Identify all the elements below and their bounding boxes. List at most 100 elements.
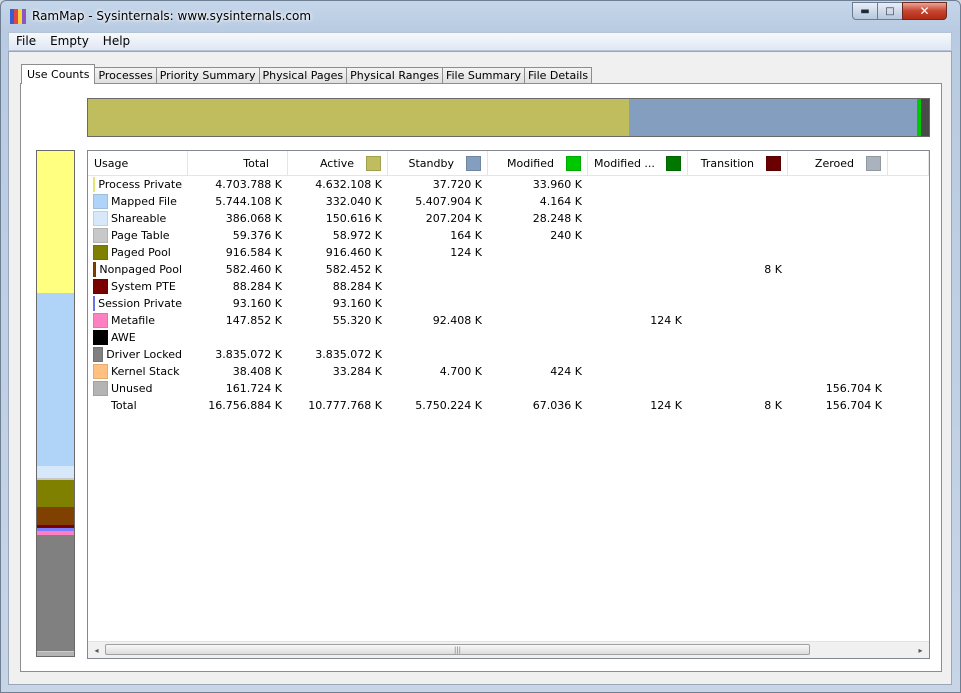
usage-color-swatch bbox=[93, 296, 96, 311]
close-button[interactable]: ✕ bbox=[902, 2, 947, 20]
usage-label: Nonpaged Pool bbox=[99, 263, 182, 276]
maximize-button[interactable]: □ bbox=[877, 2, 903, 20]
table-row[interactable]: Page Table 59.376 K 58.972 K 164 K 240 K bbox=[88, 227, 929, 244]
bar-segment-standby bbox=[628, 99, 918, 136]
tab-physical-ranges[interactable]: Physical Ranges bbox=[346, 67, 443, 84]
tab-file-details[interactable]: File Details bbox=[524, 67, 593, 84]
usage-label: Shareable bbox=[111, 212, 167, 225]
table-row[interactable]: Total 16.756.884 K 10.777.768 K 5.750.224 K… bbox=[88, 397, 929, 414]
tab-strip: Use Counts Processes Priority Summary Ph… bbox=[21, 64, 593, 84]
value-cell-modified: 4.164 K bbox=[539, 195, 582, 208]
value-cell-standby: 207.204 K bbox=[425, 212, 482, 225]
value-cell-active: 4.632.108 K bbox=[315, 178, 382, 191]
value-cell-active: 58.972 K bbox=[332, 229, 382, 242]
use-counts-panel: Usage Total Active Standby Modified Modified … bbox=[20, 83, 942, 672]
value-cell-zeroed: 156.704 K bbox=[825, 382, 882, 395]
value-cell-total: 3.835.072 K bbox=[215, 348, 282, 361]
client-area: Use Counts Processes Priority Summary Ph… bbox=[8, 51, 952, 685]
table-row[interactable]: Session Private 93.160 K 93.160 K bbox=[88, 295, 929, 312]
table-row[interactable]: Driver Locked 3.835.072 K 3.835.072 K bbox=[88, 346, 929, 363]
bar-segment-process-private bbox=[37, 151, 74, 293]
column-header-zeroed[interactable]: Zeroed bbox=[788, 151, 888, 175]
usage-color-swatch bbox=[93, 279, 108, 294]
value-cell-zeroed: 156.704 K bbox=[825, 399, 882, 412]
usage-cell: Shareable bbox=[88, 211, 188, 226]
menu-file[interactable]: File bbox=[9, 33, 43, 50]
maximize-icon: □ bbox=[885, 5, 895, 17]
value-cell-total: 161.724 K bbox=[225, 382, 282, 395]
table-row[interactable]: Process Private 4.703.788 K 4.632.108 K 37.… bbox=[88, 176, 929, 193]
usage-cell: Metafile bbox=[88, 313, 188, 328]
column-header-standby[interactable]: Standby bbox=[388, 151, 488, 175]
rammap-app-icon bbox=[10, 9, 26, 24]
scroll-left-icon[interactable]: ◂ bbox=[88, 642, 105, 658]
usage-label: AWE bbox=[111, 331, 136, 344]
bar-segment-driver-locked bbox=[37, 535, 74, 651]
column-color-swatch bbox=[366, 155, 381, 171]
horizontal-scrollbar[interactable]: ◂ ||| ▸ bbox=[88, 641, 929, 658]
value-cell-total: 59.376 K bbox=[232, 229, 282, 242]
app-icon-stripe bbox=[22, 9, 26, 24]
table-row[interactable]: Paged Pool 916.584 K 916.460 K 124 K bbox=[88, 244, 929, 261]
column-color-swatch bbox=[766, 155, 781, 171]
usage-color-swatch bbox=[93, 381, 108, 396]
table-row[interactable]: Mapped File 5.744.108 K 332.040 K 5.407.904… bbox=[88, 193, 929, 210]
usage-color-swatch bbox=[93, 194, 108, 209]
table-row[interactable]: Metafile 147.852 K 55.320 K 92.408 K 124 K bbox=[88, 312, 929, 329]
column-header-modified[interactable]: Modified bbox=[488, 151, 588, 175]
usage-label: Driver Locked bbox=[106, 348, 182, 361]
column-header-modified[interactable]: Modified ... bbox=[588, 151, 688, 175]
table-row[interactable]: Kernel Stack 38.408 K 33.284 K 4.700 K 424 K bbox=[88, 363, 929, 380]
column-header-total[interactable]: Total bbox=[188, 151, 288, 175]
usage-label: Total bbox=[111, 399, 137, 412]
table-row[interactable]: System PTE 88.284 K 88.284 K bbox=[88, 278, 929, 295]
usage-cell: Total bbox=[88, 398, 188, 413]
usage-label: Page Table bbox=[111, 229, 170, 242]
tab-physical-pages[interactable]: Physical Pages bbox=[258, 67, 348, 84]
table-row[interactable]: Shareable 386.068 K 150.616 K 207.204 K 28.2… bbox=[88, 210, 929, 227]
menu-empty[interactable]: Empty bbox=[43, 33, 96, 50]
usage-label: Session Private bbox=[98, 297, 182, 310]
value-cell-total: 93.160 K bbox=[232, 297, 282, 310]
usage-cell: Kernel Stack bbox=[88, 364, 188, 379]
column-header-transition[interactable]: Transition bbox=[688, 151, 788, 175]
column-header-active[interactable]: Active bbox=[288, 151, 388, 175]
column-header-label: Total bbox=[243, 156, 269, 170]
table-row[interactable]: Unused 161.724 K 156.704 K bbox=[88, 380, 929, 397]
tab-priority-summary[interactable]: Priority Summary bbox=[155, 67, 260, 84]
bar-segment-unused bbox=[37, 651, 74, 656]
column-header-usage[interactable]: Usage bbox=[88, 151, 188, 175]
value-cell-transition: 8 K bbox=[764, 399, 782, 412]
table-row[interactable]: AWE bbox=[88, 329, 929, 346]
usage-cell: System PTE bbox=[88, 279, 188, 294]
value-cell-modified: 124 K bbox=[650, 399, 682, 412]
usage-cell: Mapped File bbox=[88, 194, 188, 209]
tab-use-counts[interactable]: Use Counts bbox=[21, 64, 96, 84]
table-row[interactable]: Nonpaged Pool 582.460 K 582.452 K 8 K bbox=[88, 261, 929, 278]
tab-file-summary[interactable]: File Summary bbox=[441, 67, 526, 84]
usage-cell: Process Private bbox=[88, 177, 188, 192]
title-bar[interactable]: RamMap - Sysinternals: www.sysinternals.… bbox=[1, 1, 960, 31]
usage-color-swatch bbox=[93, 398, 108, 413]
value-cell-modified: 124 K bbox=[650, 314, 682, 327]
bar-segment-paged-pool bbox=[37, 479, 74, 508]
memory-usage-bar bbox=[36, 150, 75, 657]
scroll-thumb[interactable]: ||| bbox=[105, 644, 810, 655]
tab-processes[interactable]: Processes bbox=[94, 67, 157, 84]
usage-cell: AWE bbox=[88, 330, 188, 345]
scroll-grip-icon: ||| bbox=[453, 645, 462, 654]
menu-help[interactable]: Help bbox=[96, 33, 137, 50]
value-cell-modified: 33.960 K bbox=[532, 178, 582, 191]
bar-segment-zeroed bbox=[920, 99, 929, 136]
column-header-filler bbox=[888, 151, 929, 175]
page-list-usage-bar bbox=[87, 98, 930, 137]
value-cell-modified: 424 K bbox=[550, 365, 582, 378]
value-cell-total: 5.744.108 K bbox=[215, 195, 282, 208]
menu-bar: File Empty Help bbox=[8, 32, 952, 51]
value-cell-standby: 92.408 K bbox=[432, 314, 482, 327]
scroll-right-icon[interactable]: ▸ bbox=[912, 642, 929, 658]
minimize-button[interactable]: ▬ bbox=[852, 2, 878, 20]
usage-label: Metafile bbox=[111, 314, 156, 327]
minimize-icon: ▬ bbox=[860, 5, 870, 17]
value-cell-total: 88.284 K bbox=[232, 280, 282, 293]
